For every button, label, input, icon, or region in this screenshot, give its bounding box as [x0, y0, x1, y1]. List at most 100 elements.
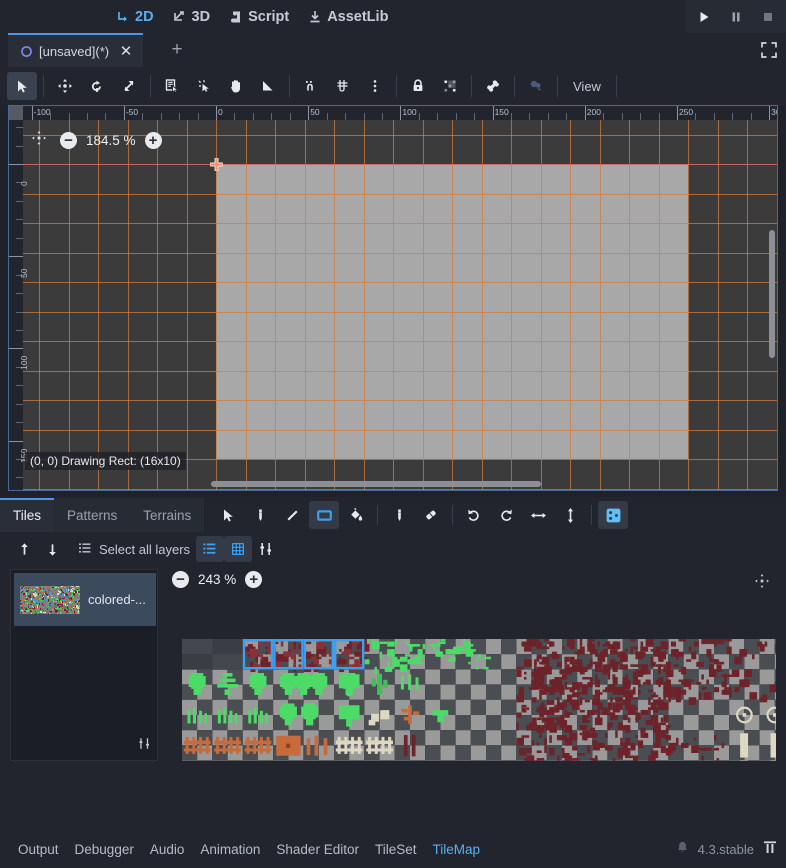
pause-button[interactable] [720, 0, 752, 33]
main-menu-item-2d[interactable]: 2D [108, 5, 161, 29]
atlas-zoom-level-label[interactable]: 243 % [198, 572, 236, 587]
grid-line [39, 120, 40, 490]
grid-line [216, 120, 217, 490]
bell-icon[interactable] [675, 840, 690, 860]
status-item-debugger[interactable]: Debugger [67, 838, 142, 861]
flip-vertical-icon[interactable] [555, 501, 585, 529]
select-mode-button[interactable] [7, 72, 37, 100]
status-item-audio[interactable]: Audio [142, 838, 193, 861]
grid-line [600, 120, 601, 490]
tileset-source-list[interactable]: colored-... [10, 569, 158, 761]
scale-mode-button[interactable] [114, 72, 144, 100]
flip-horizontal-icon[interactable] [523, 501, 553, 529]
grid-line [334, 120, 335, 490]
toolbar-separator [150, 75, 151, 97]
select-all-layers-dropdown[interactable]: Select all layers [72, 539, 196, 560]
status-item-tilemap[interactable]: TileMap [424, 838, 488, 861]
viewport-horizontal-scrollbar[interactable] [25, 480, 777, 488]
tab-terrains[interactable]: Terrains [130, 498, 205, 532]
play-button[interactable] [688, 0, 720, 33]
status-item-shader-editor[interactable]: Shader Editor [268, 838, 367, 861]
tile-atlas-view[interactable] [182, 639, 776, 761]
bucket-fill-icon[interactable] [341, 501, 371, 529]
atlas-zoom-out-button[interactable]: − [172, 571, 189, 588]
line-icon[interactable] [277, 501, 307, 529]
list-item[interactable]: colored-... [14, 573, 156, 626]
vertical-ruler: 0 50 100 150 [9, 106, 29, 490]
dice-icon[interactable] [598, 501, 629, 529]
snap-icon[interactable] [296, 72, 326, 100]
arrow-up-icon[interactable] [10, 536, 38, 562]
rectangle-icon[interactable] [309, 501, 340, 529]
hand-icon[interactable] [221, 72, 251, 100]
assetlib-icon [307, 9, 322, 24]
viewport-zoom-controls: − 184.5 % + [31, 130, 162, 151]
eraser-icon[interactable] [416, 501, 446, 529]
lock-icon[interactable] [403, 72, 433, 100]
key-anim-icon[interactable] [521, 72, 551, 100]
status-item-animation[interactable]: Animation [192, 838, 268, 861]
tab-patterns[interactable]: Patterns [54, 498, 131, 532]
triangle-ruler-icon[interactable] [253, 72, 283, 100]
toolbar-separator [557, 75, 558, 97]
grid-snap-icon[interactable] [328, 72, 358, 100]
rotate-left-icon[interactable] [459, 501, 489, 529]
main-menu-item-script[interactable]: Script [221, 5, 296, 29]
pin-layout-icon[interactable] [762, 839, 778, 860]
scene-tab-unsaved[interactable]: [unsaved](*) ✕ [8, 33, 144, 67]
grid-view-icon[interactable] [224, 536, 253, 562]
expand-icon[interactable] [758, 39, 780, 61]
rotate-right-icon[interactable] [491, 501, 521, 529]
main-menu-item-assetlib[interactable]: AssetLib [300, 5, 395, 29]
ruler-label: 100 [19, 356, 29, 371]
atlas-zoom-in-button[interactable]: + [245, 571, 263, 588]
main-menu-label-2d: 2D [135, 8, 154, 25]
center-view-icon[interactable] [754, 573, 770, 594]
eyedropper-icon[interactable] [384, 501, 414, 529]
grid-line [246, 120, 247, 490]
canvas-viewport[interactable]: -100 -50 0 50 100 150 200 250 300 0 50 100 150 − 18… [8, 105, 778, 491]
grid-line [688, 120, 689, 490]
zoom-level-label[interactable]: 184.5 % [86, 133, 136, 148]
rotate-mode-button[interactable] [82, 72, 112, 100]
status-item-tileset[interactable]: TileSet [367, 838, 425, 861]
viewport-vertical-scrollbar[interactable] [768, 122, 776, 490]
tile-atlas-panel: − 243 % + [166, 569, 776, 761]
zoom-out-button[interactable]: − [60, 132, 77, 149]
pencil-icon[interactable] [245, 501, 275, 529]
arrow-down-icon[interactable] [38, 536, 66, 562]
grid-line [393, 120, 394, 490]
grid-line [629, 120, 630, 490]
list-select-button[interactable] [157, 72, 187, 100]
list-view-icon[interactable] [196, 536, 225, 562]
center-selection-icon[interactable] [31, 130, 47, 151]
close-icon[interactable]: ✕ [119, 43, 133, 60]
status-item-output[interactable]: Output [10, 838, 67, 861]
stop-button[interactable] [752, 0, 784, 33]
tool-separator [377, 505, 379, 525]
source-tools-icon[interactable] [137, 736, 152, 756]
main-menu-item-3d[interactable]: 3D [165, 5, 218, 29]
grid-line [23, 282, 777, 283]
grid-line [570, 120, 571, 490]
move-mode-button[interactable] [50, 72, 80, 100]
tilemap-tool-buttons [212, 501, 629, 529]
tile-select-tool[interactable] [213, 501, 243, 529]
canvas-drawing-area[interactable] [23, 120, 777, 490]
origin-handle[interactable] [209, 157, 224, 172]
scene-tab-bar: [unsaved](*) ✕ + [0, 33, 786, 67]
tilemap-tab-strip: Tiles Patterns Terrains [0, 497, 786, 533]
zoom-in-button[interactable]: + [144, 132, 162, 149]
group-icon[interactable] [435, 72, 465, 100]
ruler-label: 150 [494, 107, 509, 117]
bone-icon[interactable] [478, 72, 508, 100]
tab-tiles[interactable]: Tiles [0, 498, 55, 532]
new-scene-tab-button[interactable]: + [163, 33, 191, 67]
kebab-menu-icon[interactable] [360, 72, 390, 100]
node-2d-icon [115, 9, 130, 24]
grid-line [275, 120, 276, 490]
ruler-pick-icon[interactable] [189, 72, 219, 100]
tools-icon[interactable] [252, 536, 280, 562]
tab-terrains-label: Terrains [143, 507, 192, 523]
view-menu-button[interactable]: View [563, 73, 611, 99]
